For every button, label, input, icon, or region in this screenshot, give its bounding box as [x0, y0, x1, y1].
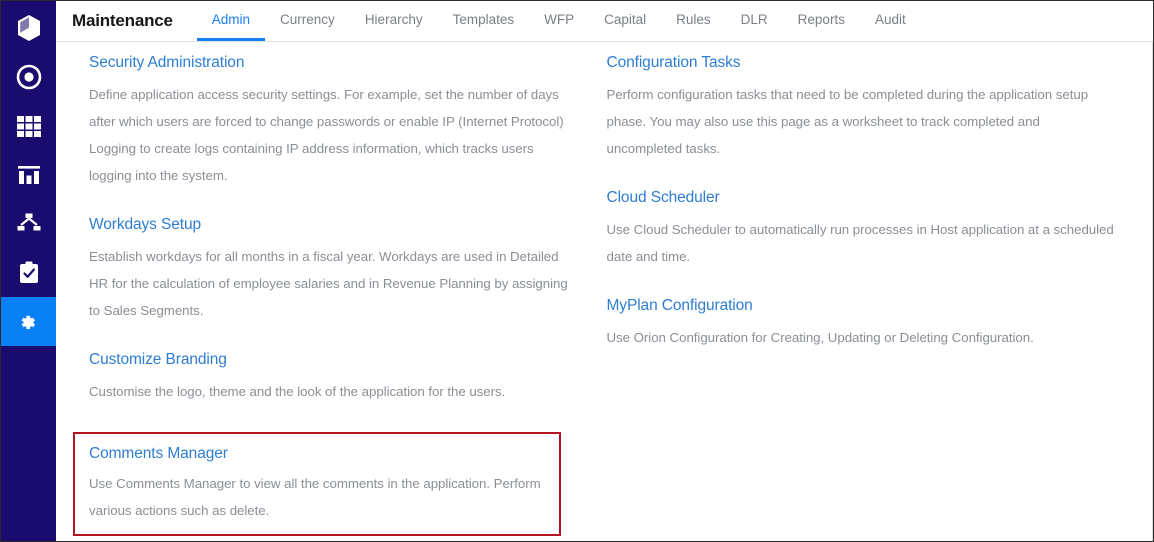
desc-customize-branding: Customise the logo, theme and the look o… [89, 384, 506, 399]
content-columns: integration security, and so on. Securit… [56, 42, 1152, 536]
content-scroll-region[interactable]: integration security, and so on. Securit… [56, 42, 1153, 541]
cube-logo-icon [16, 14, 42, 42]
desc-cloud-scheduler: Use Cloud Scheduler to automatically run… [606, 222, 1114, 264]
bar-chart-icon [16, 162, 42, 188]
app-header: Maintenance Admin Currency Hierarchy Tem… [56, 1, 1153, 42]
tab-rules[interactable]: Rules [661, 1, 726, 41]
section-customize-branding: Customize Branding Customise the logo, t… [89, 351, 579, 405]
tab-admin[interactable]: Admin [196, 1, 266, 41]
desc-security-administration: Define application access security setti… [89, 87, 564, 183]
section-myplan-configuration: MyPlan Configuration Use Orion Configura… [607, 297, 1117, 351]
clipboard-check-icon [16, 260, 42, 286]
sidebar-item-home[interactable] [1, 3, 56, 52]
section-cloud-scheduler: Cloud Scheduler Use Cloud Scheduler to a… [607, 189, 1117, 270]
link-comments-manager[interactable]: Comments Manager [89, 445, 228, 463]
section-comments-manager-highlighted: Comments Manager Use Comments Manager to… [73, 432, 561, 536]
link-cloud-scheduler[interactable]: Cloud Scheduler [607, 189, 720, 207]
gear-icon [16, 309, 42, 335]
tab-bar: Admin Currency Hierarchy Templates WFP C… [196, 1, 921, 41]
tab-templates[interactable]: Templates [438, 1, 530, 41]
grid-icon [16, 113, 42, 139]
section-security-administration: Security Administration Define applicati… [89, 54, 579, 189]
desc-configuration-tasks: Perform configuration tasks that need to… [606, 87, 1089, 156]
section-configuration-tasks: Configuration Tasks Perform configuratio… [607, 54, 1117, 162]
tab-audit[interactable]: Audit [860, 1, 921, 41]
left-nav-rail [1, 1, 56, 541]
desc-comments-manager: Use Comments Manager to view all the com… [89, 476, 541, 518]
tab-dlr[interactable]: DLR [726, 1, 783, 41]
desc-workdays-setup: Establish workdays for all months in a f… [89, 249, 568, 318]
sidebar-item-modules[interactable] [1, 101, 56, 150]
sidebar-item-tasks[interactable] [1, 248, 56, 297]
sidebar-item-dashboard[interactable] [1, 52, 56, 101]
link-configuration-tasks[interactable]: Configuration Tasks [607, 54, 741, 72]
sidebar-item-reports[interactable] [1, 150, 56, 199]
link-security-administration[interactable]: Security Administration [89, 54, 244, 72]
page-title: Maintenance [72, 11, 173, 30]
sidebar-item-maintenance[interactable] [1, 297, 56, 346]
tab-wfp[interactable]: WFP [529, 1, 589, 41]
hierarchy-icon [16, 211, 42, 237]
target-circle-icon [16, 64, 42, 90]
application-window: Maintenance Admin Currency Hierarchy Tem… [0, 0, 1154, 542]
tab-hierarchy[interactable]: Hierarchy [350, 1, 438, 41]
main-area: Maintenance Admin Currency Hierarchy Tem… [56, 1, 1153, 541]
content-column-right: company financial trends. Configuration … [607, 42, 1125, 536]
link-workdays-setup[interactable]: Workdays Setup [89, 216, 201, 234]
desc-myplan-configuration: Use Orion Configuration for Creating, Up… [606, 330, 1034, 345]
tab-capital[interactable]: Capital [589, 1, 661, 41]
tab-reports[interactable]: Reports [783, 1, 860, 41]
content-column-left: integration security, and so on. Securit… [73, 42, 607, 536]
tab-currency[interactable]: Currency [265, 1, 350, 41]
sidebar-item-hierarchy[interactable] [1, 199, 56, 248]
section-workdays-setup: Workdays Setup Establish workdays for al… [89, 216, 579, 324]
link-myplan-configuration[interactable]: MyPlan Configuration [607, 297, 753, 315]
link-customize-branding[interactable]: Customize Branding [89, 351, 227, 369]
